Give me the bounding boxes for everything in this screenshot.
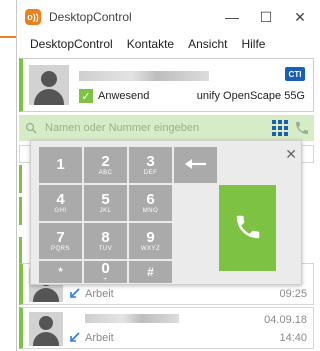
call-date: 04.09.18 [264,314,307,326]
backspace-button[interactable] [174,147,217,183]
backspace-arrow-icon [184,158,207,172]
search-bar [19,115,314,141]
key-9[interactable]: 9 WXYZ [129,223,172,259]
incoming-call-icon [69,288,80,299]
key-8[interactable]: 8 TUV [84,223,127,259]
avatar [29,65,69,105]
incoming-call-icon [69,332,80,343]
key-2[interactable]: 2 ABC [84,147,127,183]
list-item-strip [19,165,22,193]
dial-call-button[interactable] [219,185,276,271]
menu-kontakte[interactable]: Kontakte [120,37,181,51]
search-icon [25,122,37,134]
close-button[interactable]: ✕ [283,0,317,34]
maximize-button[interactable]: ☐ [249,0,283,34]
dialpad-popup: ✕ 1 2 ABC 3 DEF 4 GHI 5 JKL 6 MNO 7 PQRS 8 TUV … [30,140,302,285]
redacted-name [85,314,179,323]
cti-badge: CTI [285,67,305,81]
presence-check-icon[interactable]: ✓ [79,89,93,103]
key-hash[interactable]: # [129,261,172,283]
call-time: 09:25 [279,288,307,300]
menu-ansicht[interactable]: Ansicht [181,37,234,51]
call-label: Arbeit [85,288,114,300]
app-logo-icon: o)) [25,9,41,25]
list-item[interactable]: Arbeit 04.09.18 14:40 [19,307,314,349]
key-1[interactable]: 1 [39,147,82,183]
key-7[interactable]: 7 PQRS [39,223,82,259]
presence-status[interactable]: Anwesend [98,90,149,102]
window-title: DesktopControl [49,10,132,24]
menu-hilfe[interactable]: Hilfe [234,37,272,51]
list-item-strip [19,197,22,225]
key-0[interactable]: 0 + [84,261,127,283]
menu-desktopcontrol[interactable]: DesktopControl [23,37,120,51]
redacted-name [79,71,209,81]
minimize-button[interactable]: — [215,0,249,34]
dialpad-icon[interactable] [272,120,288,136]
call-label: Arbeit [85,332,114,344]
window-controls: — ☐ ✕ [215,0,317,34]
key-4[interactable]: 4 GHI [39,185,82,221]
accent-line [0,36,16,38]
phone-icon [233,212,263,245]
device-name: unify OpenScape 55G [196,90,305,102]
avatar [29,312,63,346]
key-6[interactable]: 6 MNO [129,185,172,221]
key-5[interactable]: 5 JKL [84,185,127,221]
title-bar: o)) DesktopControl — ☐ ✕ [17,0,317,34]
call-icon[interactable] [294,119,310,137]
key-star[interactable]: * [39,261,82,283]
menu-bar: DesktopControl Kontakte Ansicht Hilfe [17,34,317,54]
call-time: 14:40 [279,332,307,344]
key-3[interactable]: 3 DEF [129,147,172,183]
dialpad-close-button[interactable]: ✕ [285,147,297,161]
search-input[interactable] [45,122,235,134]
own-contact-card[interactable]: CTI ✓ Anwesend unify OpenScape 55G [19,58,314,112]
